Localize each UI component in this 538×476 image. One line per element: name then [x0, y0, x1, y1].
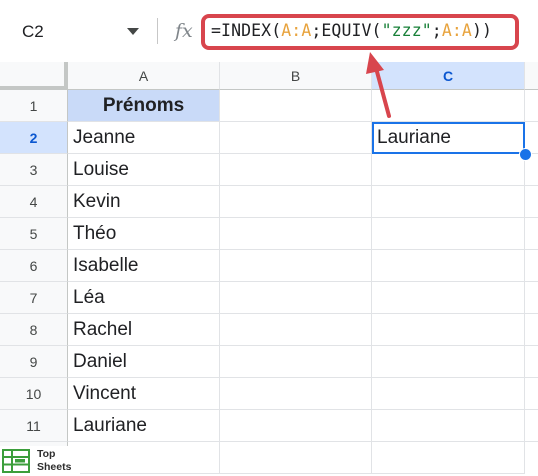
cell[interactable]: [372, 218, 525, 250]
cell[interactable]: [220, 378, 372, 410]
cell[interactable]: [525, 90, 538, 122]
logo-wordmark: Top Sheets: [37, 448, 71, 474]
active-cell-selection: [372, 122, 525, 154]
spreadsheet-logo-icon: [2, 449, 30, 473]
column-header-a[interactable]: A: [68, 62, 220, 90]
cell-a[interactable]: Isabelle: [68, 250, 220, 282]
cell[interactable]: [372, 442, 525, 474]
formula-token: ;EQUIV(: [311, 21, 382, 40]
cell-a[interactable]: Kevin: [68, 186, 220, 218]
cell[interactable]: [372, 250, 525, 282]
cell[interactable]: [525, 346, 538, 378]
formula-token: =INDEX(: [211, 21, 282, 40]
cell[interactable]: [220, 282, 372, 314]
cell[interactable]: [220, 346, 372, 378]
cell[interactable]: [372, 282, 525, 314]
cell[interactable]: [525, 218, 538, 250]
row-header[interactable]: 5: [0, 218, 68, 250]
row-header[interactable]: 9: [0, 346, 68, 378]
formula-token: )): [471, 21, 493, 40]
cell[interactable]: [525, 378, 538, 410]
name-box[interactable]: C2: [22, 22, 44, 42]
cell[interactable]: [220, 314, 372, 346]
column-header-b[interactable]: B: [220, 62, 372, 90]
cell[interactable]: [525, 410, 538, 442]
cell-a[interactable]: Louise: [68, 154, 220, 186]
cell[interactable]: [372, 154, 525, 186]
formula-input[interactable]: =INDEX(A:A;EQUIV("zzz";A:A)): [211, 21, 492, 40]
select-all-corner[interactable]: [0, 62, 68, 90]
formula-token-range: A:A: [441, 21, 472, 40]
cell[interactable]: [372, 90, 525, 122]
cell[interactable]: [372, 346, 525, 378]
cell[interactable]: [220, 122, 372, 154]
row-header[interactable]: 10: [0, 378, 68, 410]
cell[interactable]: [372, 314, 525, 346]
cell[interactable]: [525, 314, 538, 346]
cell-a[interactable]: Rachel: [68, 314, 220, 346]
top-sheets-logo: Top Sheets: [0, 446, 80, 476]
row-header[interactable]: 6: [0, 250, 68, 282]
row-header[interactable]: 7: [0, 282, 68, 314]
cell-a[interactable]: Daniel: [68, 346, 220, 378]
column-header-c[interactable]: C: [372, 62, 525, 90]
cell[interactable]: [372, 410, 525, 442]
logo-line-2: Sheets: [37, 461, 72, 473]
row-header[interactable]: 11: [0, 410, 68, 442]
cell-a[interactable]: Lauriane: [68, 410, 220, 442]
cell[interactable]: [525, 282, 538, 314]
cell[interactable]: [220, 154, 372, 186]
cell[interactable]: [220, 90, 372, 122]
formula-bar: C2 fx =INDEX(A:A;EQUIV("zzz";A:A)): [0, 0, 538, 63]
row-header[interactable]: 4: [0, 186, 68, 218]
cell-a[interactable]: Jeanne: [68, 122, 220, 154]
cell[interactable]: [372, 378, 525, 410]
cell[interactable]: [220, 186, 372, 218]
row-header[interactable]: 2: [0, 122, 68, 154]
logo-line-1: Top: [37, 448, 56, 460]
formula-bar-divider: [157, 18, 158, 44]
row-header[interactable]: 3: [0, 154, 68, 186]
cell[interactable]: [525, 186, 538, 218]
cell[interactable]: [372, 186, 525, 218]
column-header-overflow: [525, 62, 538, 90]
cell-a1-header[interactable]: Prénoms: [68, 90, 220, 122]
row-header[interactable]: 1: [0, 90, 68, 122]
cell[interactable]: [220, 250, 372, 282]
cell-a[interactable]: Léa: [68, 282, 220, 314]
cell-a[interactable]: Vincent: [68, 378, 220, 410]
formula-token: ;: [431, 21, 442, 40]
cell[interactable]: [220, 218, 372, 250]
cell[interactable]: [525, 250, 538, 282]
row-header[interactable]: 8: [0, 314, 68, 346]
fx-icon: fx: [175, 20, 193, 42]
cell[interactable]: [68, 442, 220, 474]
fill-handle[interactable]: [519, 148, 532, 161]
cell[interactable]: [220, 442, 372, 474]
formula-token-range: A:A: [281, 21, 312, 40]
formula-token-string: "zzz": [381, 21, 432, 40]
name-box-dropdown-icon[interactable]: [127, 28, 139, 35]
cell-a[interactable]: Théo: [68, 218, 220, 250]
cell[interactable]: [220, 410, 372, 442]
